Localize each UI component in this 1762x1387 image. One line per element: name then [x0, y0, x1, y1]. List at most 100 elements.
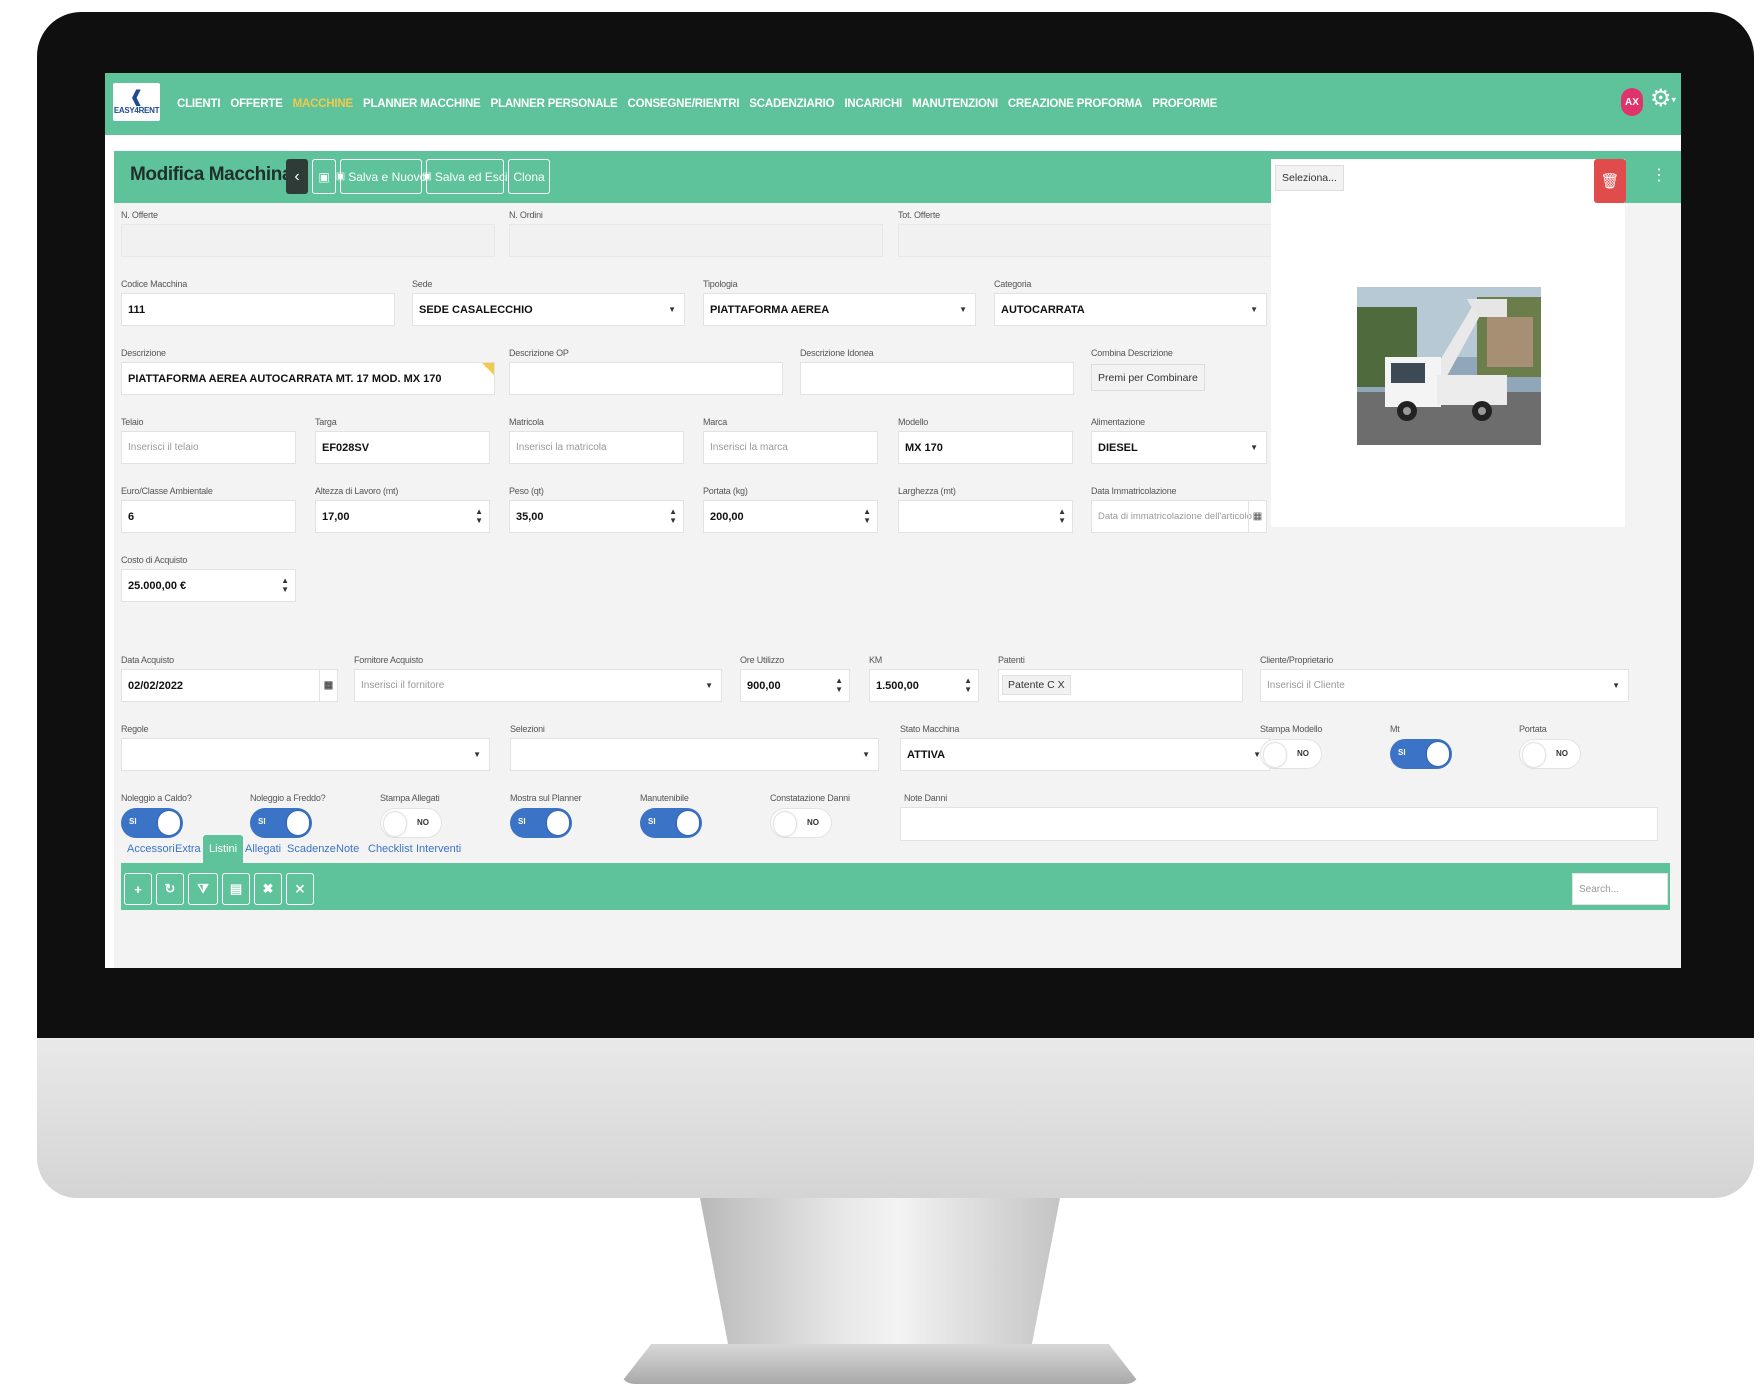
tab-extra[interactable]: Extra — [169, 835, 207, 863]
back-button[interactable]: ‹ — [286, 159, 308, 194]
export-icon[interactable]: ▤ — [222, 873, 250, 905]
patente-tag[interactable]: Patente C X — [1002, 675, 1071, 695]
toggle-text: SI — [648, 817, 656, 826]
label-portata-toggle: Portata — [1519, 724, 1547, 734]
spinner-icon[interactable]: ▲ ▼ — [1058, 507, 1066, 525]
mostra-planner-toggle[interactable]: SI — [510, 808, 572, 838]
descrizione-idonea-input[interactable] — [800, 362, 1074, 395]
data-acquisto-input[interactable]: 02/02/2022 ▦ — [121, 669, 338, 702]
nav-item-proforme[interactable]: PROFORME — [1152, 98, 1217, 110]
clear-filter-icon[interactable]: ⧩ — [188, 873, 218, 905]
marca-input[interactable]: Inserisci la marca — [703, 431, 878, 464]
portata-toggle[interactable]: NO — [1519, 739, 1581, 769]
manutenibile-toggle[interactable]: SI — [640, 808, 702, 838]
label-sede: Sede — [412, 279, 433, 289]
euro-input[interactable]: 6 — [121, 500, 296, 533]
tab-interventi[interactable]: Interventi — [410, 835, 467, 863]
save-new-button[interactable]: ▣ Salva e Nuovo — [336, 159, 426, 194]
calendar-icon[interactable]: ▦ — [1248, 501, 1266, 532]
plus-icon[interactable]: + — [124, 873, 152, 905]
remove-tag-icon[interactable]: X — [1058, 679, 1065, 691]
km-input[interactable]: 1.500,00 ▲ ▼ — [869, 669, 979, 702]
nav-item-scadenziario[interactable]: SCADENZIARIO — [749, 98, 834, 110]
avatar[interactable]: AX — [1621, 88, 1643, 116]
spinner-icon[interactable]: ▲ ▼ — [669, 507, 677, 525]
clone-button[interactable]: Clona — [508, 159, 550, 194]
spinner-icon[interactable]: ▲ ▼ — [281, 576, 289, 594]
nav-item-offerte[interactable]: OFFERTE — [230, 98, 282, 110]
data-immatricolazione-input[interactable]: Data di immatricolazione dell'articolo ▦ — [1091, 500, 1267, 533]
nav-item-manutenzioni[interactable]: MANUTENZIONI — [912, 98, 998, 110]
alimentazione-select[interactable]: DIESEL ▼ — [1091, 431, 1267, 464]
nav-item-planner-personale[interactable]: PLANNER PERSONALE — [491, 98, 618, 110]
tab-allegati[interactable]: Allegati — [239, 835, 287, 863]
label-fornitore: Fornitore Acquisto — [354, 655, 423, 665]
modello-input[interactable]: MX 170 — [898, 431, 1073, 464]
noleggio-freddo-toggle[interactable]: SI — [250, 808, 312, 838]
tab-note[interactable]: Note — [330, 835, 365, 863]
spinner-icon[interactable]: ▲ ▼ — [475, 507, 483, 525]
spinner-icon[interactable]: ▲ ▼ — [863, 507, 871, 525]
gear-icon[interactable]: ⚙▾ — [1650, 85, 1676, 114]
delete-image-button[interactable]: 🗑 — [1594, 159, 1626, 203]
stato-select[interactable]: ATTIVA ▼ — [900, 738, 1270, 771]
label-larghezza: Larghezza (mt) — [898, 486, 956, 496]
save-button[interactable]: ▣ — [312, 159, 336, 194]
costo-input[interactable]: 25.000,00 € ▲ ▼ — [121, 569, 296, 602]
categoria-select[interactable]: AUTOCARRATA ▼ — [994, 293, 1267, 326]
larghezza-input[interactable]: ▲ ▼ — [898, 500, 1073, 533]
mt-toggle[interactable]: SI — [1390, 739, 1452, 769]
nav-item-planner-macchine[interactable]: PLANNER MACCHINE — [363, 98, 481, 110]
spinner-icon[interactable]: ▲ ▼ — [835, 676, 843, 694]
label-alimentazione: Alimentazione — [1091, 417, 1145, 427]
ore-input[interactable]: 900,00 ▲ ▼ — [740, 669, 850, 702]
nav-item-clienti[interactable]: CLIENTI — [177, 98, 221, 110]
nav-item-creazione-proforma[interactable]: CREAZIONE PROFORMA — [1008, 98, 1143, 110]
collapse-icon[interactable]: ⨯ — [286, 873, 314, 905]
refresh-icon[interactable]: ↻ — [156, 873, 184, 905]
nav-item-macchine[interactable]: MACCHINE — [293, 98, 354, 110]
kebab-menu-icon[interactable]: ⋮ — [1651, 165, 1667, 185]
n-ordini-field — [509, 224, 883, 257]
label-stato: Stato Macchina — [900, 724, 960, 734]
combine-button[interactable]: Premi per Combinare — [1091, 364, 1205, 391]
descrizione-input[interactable]: PIATTAFORMA AEREA AUTOCARRATA MT. 17 MOD… — [121, 362, 495, 395]
spinner-icon[interactable]: ▲ ▼ — [964, 676, 972, 694]
sede-select[interactable]: SEDE CASALECCHIO ▼ — [412, 293, 685, 326]
tab-listini[interactable]: Listini — [203, 835, 244, 863]
page-title: Modifica Macchina — [130, 164, 293, 185]
stampa-modello-toggle[interactable]: NO — [1260, 739, 1322, 769]
altezza-input[interactable]: 17,00 ▲ ▼ — [315, 500, 490, 533]
regole-select[interactable]: ▼ — [121, 738, 490, 771]
grid-search-input[interactable]: Search... — [1572, 873, 1668, 905]
targa-input[interactable]: EF028SV — [315, 431, 490, 464]
select-image-button[interactable]: Seleziona... — [1275, 165, 1344, 191]
peso-input[interactable]: 35,00 ▲ ▼ — [509, 500, 684, 533]
cliente-select[interactable]: Inserisci il Cliente ▼ — [1260, 669, 1629, 702]
matricola-input[interactable]: Inserisci la matricola — [509, 431, 684, 464]
nav-item-consegne-rientri[interactable]: CONSEGNE/RIENTRI — [627, 98, 739, 110]
save-exit-button[interactable]: ▣ Salva ed Esci — [422, 159, 508, 194]
descrizione-op-input[interactable] — [509, 362, 783, 395]
tipologia-select[interactable]: PIATTAFORMA AEREA ▼ — [703, 293, 976, 326]
noleggio-caldo-toggle[interactable]: SI — [121, 808, 183, 838]
stampa-allegati-toggle[interactable]: NO — [380, 808, 442, 838]
brand-logo[interactable]: ❰ EASY4RENT — [113, 83, 160, 121]
label-cliente: Cliente/Proprietario — [1260, 655, 1334, 665]
constatazione-toggle[interactable]: NO — [770, 808, 832, 838]
nav-item-incarichi[interactable]: INCARICHI — [844, 98, 902, 110]
label-matricola: Matricola — [509, 417, 544, 427]
expand-icon[interactable]: ✖ — [254, 873, 282, 905]
chevron-down-icon: ▼ — [862, 750, 870, 759]
label-stampa-modello: Stampa Modello — [1260, 724, 1323, 734]
portata-kg-input[interactable]: 200,00 ▲ ▼ — [703, 500, 878, 533]
fornitore-select[interactable]: Inserisci il fornitore ▼ — [354, 669, 722, 702]
note-danni-textarea[interactable] — [900, 807, 1658, 841]
selezioni-select[interactable]: ▼ — [510, 738, 879, 771]
telaio-input[interactable]: Inserisci il telaio — [121, 431, 296, 464]
categoria-value: AUTOCARRATA — [1001, 303, 1085, 316]
calendar-icon[interactable]: ▦ — [319, 670, 337, 701]
top-navbar: ❰ EASY4RENT CLIENTI OFFERTE MACCHINE PLANNE… — [105, 73, 1681, 135]
label-mostra-planner: Mostra sul Planner — [510, 793, 582, 803]
codice-input[interactable]: 111 — [121, 293, 395, 326]
